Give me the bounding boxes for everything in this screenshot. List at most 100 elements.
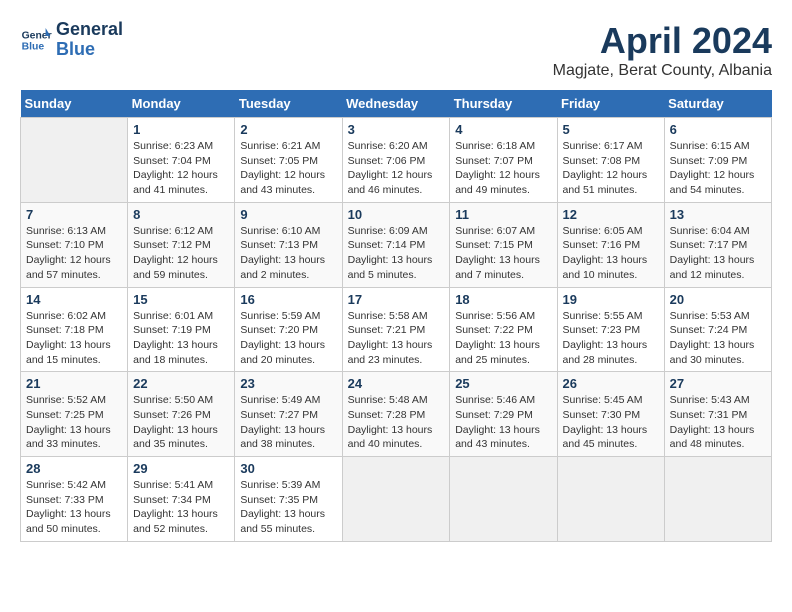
svg-text:Blue: Blue <box>22 41 45 52</box>
calendar-table: SundayMondayTuesdayWednesdayThursdayFrid… <box>20 90 772 542</box>
day-info: Sunrise: 6:09 AM Sunset: 7:14 PM Dayligh… <box>348 224 445 283</box>
calendar-cell <box>450 457 557 542</box>
weekday-header-cell: Wednesday <box>342 90 450 118</box>
calendar-cell <box>342 457 450 542</box>
day-number: 22 <box>133 376 229 391</box>
day-number: 29 <box>133 461 229 476</box>
calendar-cell <box>21 118 128 203</box>
calendar-week-row: 21 Sunrise: 5:52 AM Sunset: 7:25 PM Dayli… <box>21 372 772 457</box>
day-number: 16 <box>240 292 336 307</box>
day-info: Sunrise: 6:15 AM Sunset: 7:09 PM Dayligh… <box>670 139 766 198</box>
logo-text: General Blue <box>56 20 123 60</box>
calendar-week-row: 7 Sunrise: 6:13 AM Sunset: 7:10 PM Daylig… <box>21 202 772 287</box>
weekday-header-cell: Thursday <box>450 90 557 118</box>
calendar-cell: 12Sunrise: 6:05 AM Sunset: 7:16 PM Dayli… <box>557 202 664 287</box>
day-number: 2 <box>240 122 336 137</box>
page-header: General Blue General Blue April 2024 Mag… <box>20 20 772 80</box>
day-info: Sunrise: 5:48 AM Sunset: 7:28 PM Dayligh… <box>348 393 445 452</box>
day-number: 8 <box>133 207 229 222</box>
calendar-cell: 26 Sunrise: 5:45 AM Sunset: 7:30 PM Dayli… <box>557 372 664 457</box>
weekday-header-cell: Friday <box>557 90 664 118</box>
day-info: Sunrise: 6:07 AM Sunset: 7:15 PM Dayligh… <box>455 224 551 283</box>
calendar-cell: 22 Sunrise: 5:50 AM Sunset: 7:26 PM Dayli… <box>128 372 235 457</box>
day-number: 26 <box>563 376 659 391</box>
calendar-cell: 18Sunrise: 5:56 AM Sunset: 7:22 PM Dayli… <box>450 287 557 372</box>
day-number: 28 <box>26 461 122 476</box>
location: Magjate, Berat County, Albania <box>553 62 772 80</box>
calendar-cell: 16 Sunrise: 5:59 AM Sunset: 7:20 PM Dayli… <box>235 287 342 372</box>
day-number: 21 <box>26 376 122 391</box>
calendar-body: 1 Sunrise: 6:23 AM Sunset: 7:04 PM Daylig… <box>21 118 772 542</box>
day-number: 13 <box>670 207 766 222</box>
day-number: 7 <box>26 207 122 222</box>
weekday-header-row: SundayMondayTuesdayWednesdayThursdayFrid… <box>21 90 772 118</box>
day-number: 3 <box>348 122 445 137</box>
calendar-cell: 7 Sunrise: 6:13 AM Sunset: 7:10 PM Daylig… <box>21 202 128 287</box>
day-number: 5 <box>563 122 659 137</box>
day-number: 14 <box>26 292 122 307</box>
weekday-header-cell: Saturday <box>664 90 771 118</box>
day-info: Sunrise: 6:18 AM Sunset: 7:07 PM Dayligh… <box>455 139 551 198</box>
calendar-cell: 2 Sunrise: 6:21 AM Sunset: 7:05 PM Daylig… <box>235 118 342 203</box>
calendar-cell: 9 Sunrise: 6:10 AM Sunset: 7:13 PM Daylig… <box>235 202 342 287</box>
weekday-header-cell: Monday <box>128 90 235 118</box>
day-number: 1 <box>133 122 229 137</box>
day-info: Sunrise: 5:42 AM Sunset: 7:33 PM Dayligh… <box>26 478 122 537</box>
calendar-cell: 27Sunrise: 5:43 AM Sunset: 7:31 PM Dayli… <box>664 372 771 457</box>
day-info: Sunrise: 6:23 AM Sunset: 7:04 PM Dayligh… <box>133 139 229 198</box>
logo-icon: General Blue <box>20 24 52 56</box>
day-info: Sunrise: 6:20 AM Sunset: 7:06 PM Dayligh… <box>348 139 445 198</box>
day-number: 6 <box>670 122 766 137</box>
day-number: 20 <box>670 292 766 307</box>
calendar-cell: 3 Sunrise: 6:20 AM Sunset: 7:06 PM Daylig… <box>342 118 450 203</box>
day-info: Sunrise: 5:55 AM Sunset: 7:23 PM Dayligh… <box>563 309 659 368</box>
calendar-week-row: 1 Sunrise: 6:23 AM Sunset: 7:04 PM Daylig… <box>21 118 772 203</box>
weekday-header-cell: Sunday <box>21 90 128 118</box>
calendar-cell: 24 Sunrise: 5:48 AM Sunset: 7:28 PM Dayli… <box>342 372 450 457</box>
day-number: 25 <box>455 376 551 391</box>
day-info: Sunrise: 6:13 AM Sunset: 7:10 PM Dayligh… <box>26 224 122 283</box>
day-number: 23 <box>240 376 336 391</box>
day-info: Sunrise: 5:43 AM Sunset: 7:31 PM Dayligh… <box>670 393 766 452</box>
day-info: Sunrise: 6:21 AM Sunset: 7:05 PM Dayligh… <box>240 139 336 198</box>
calendar-cell: 15 Sunrise: 6:01 AM Sunset: 7:19 PM Dayli… <box>128 287 235 372</box>
calendar-cell: 30 Sunrise: 5:39 AM Sunset: 7:35 PM Dayli… <box>235 457 342 542</box>
day-number: 30 <box>240 461 336 476</box>
day-info: Sunrise: 6:02 AM Sunset: 7:18 PM Dayligh… <box>26 309 122 368</box>
calendar-cell: 25Sunrise: 5:46 AM Sunset: 7:29 PM Dayli… <box>450 372 557 457</box>
calendar-cell: 1 Sunrise: 6:23 AM Sunset: 7:04 PM Daylig… <box>128 118 235 203</box>
day-info: Sunrise: 5:39 AM Sunset: 7:35 PM Dayligh… <box>240 478 336 537</box>
month-year: April 2024 <box>553 20 772 62</box>
day-info: Sunrise: 6:10 AM Sunset: 7:13 PM Dayligh… <box>240 224 336 283</box>
day-number: 11 <box>455 207 551 222</box>
weekday-header-cell: Tuesday <box>235 90 342 118</box>
day-info: Sunrise: 5:59 AM Sunset: 7:20 PM Dayligh… <box>240 309 336 368</box>
day-info: Sunrise: 5:49 AM Sunset: 7:27 PM Dayligh… <box>240 393 336 452</box>
day-info: Sunrise: 6:01 AM Sunset: 7:19 PM Dayligh… <box>133 309 229 368</box>
calendar-cell: 6 Sunrise: 6:15 AM Sunset: 7:09 PM Daylig… <box>664 118 771 203</box>
calendar-cell <box>557 457 664 542</box>
day-number: 18 <box>455 292 551 307</box>
day-number: 24 <box>348 376 445 391</box>
calendar-cell: 29Sunrise: 5:41 AM Sunset: 7:34 PM Dayli… <box>128 457 235 542</box>
day-number: 10 <box>348 207 445 222</box>
day-info: Sunrise: 6:17 AM Sunset: 7:08 PM Dayligh… <box>563 139 659 198</box>
calendar-cell <box>664 457 771 542</box>
day-number: 15 <box>133 292 229 307</box>
calendar-cell: 17Sunrise: 5:58 AM Sunset: 7:21 PM Dayli… <box>342 287 450 372</box>
calendar-cell: 13Sunrise: 6:04 AM Sunset: 7:17 PM Dayli… <box>664 202 771 287</box>
day-number: 12 <box>563 207 659 222</box>
day-number: 17 <box>348 292 445 307</box>
calendar-cell: 14 Sunrise: 6:02 AM Sunset: 7:18 PM Dayli… <box>21 287 128 372</box>
day-info: Sunrise: 6:12 AM Sunset: 7:12 PM Dayligh… <box>133 224 229 283</box>
calendar-cell: 28 Sunrise: 5:42 AM Sunset: 7:33 PM Dayli… <box>21 457 128 542</box>
day-number: 9 <box>240 207 336 222</box>
calendar-week-row: 14 Sunrise: 6:02 AM Sunset: 7:18 PM Dayli… <box>21 287 772 372</box>
day-info: Sunrise: 5:45 AM Sunset: 7:30 PM Dayligh… <box>563 393 659 452</box>
calendar-cell: 19Sunrise: 5:55 AM Sunset: 7:23 PM Dayli… <box>557 287 664 372</box>
calendar-cell: 4Sunrise: 6:18 AM Sunset: 7:07 PM Daylig… <box>450 118 557 203</box>
day-info: Sunrise: 5:52 AM Sunset: 7:25 PM Dayligh… <box>26 393 122 452</box>
day-info: Sunrise: 5:50 AM Sunset: 7:26 PM Dayligh… <box>133 393 229 452</box>
title-block: April 2024 Magjate, Berat County, Albani… <box>553 20 772 80</box>
calendar-cell: 21 Sunrise: 5:52 AM Sunset: 7:25 PM Dayli… <box>21 372 128 457</box>
